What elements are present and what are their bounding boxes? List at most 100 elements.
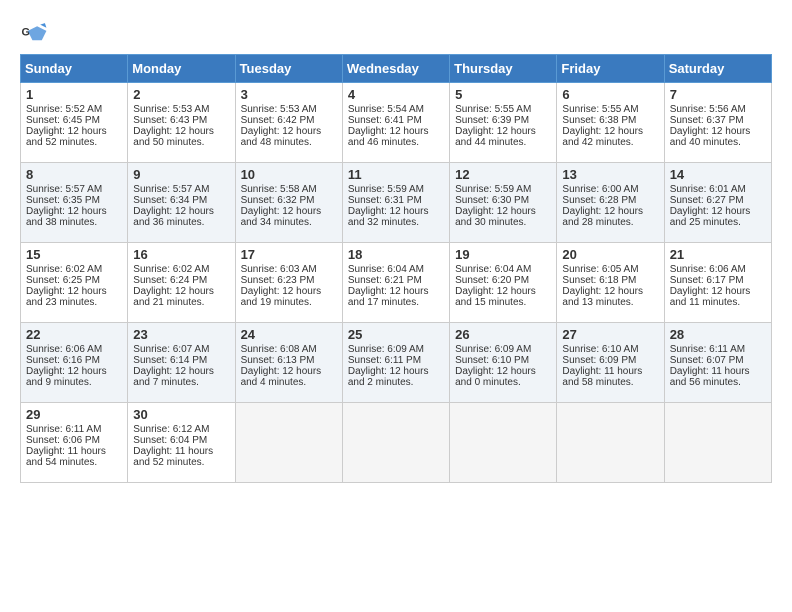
sunrise-text: Sunrise: 5:59 AM bbox=[455, 184, 531, 195]
daylight-text: Daylight: 12 hours and 25 minutes. bbox=[670, 206, 751, 228]
calendar-cell: 13Sunrise: 6:00 AMSunset: 6:28 PMDayligh… bbox=[557, 163, 664, 243]
daylight-text: Daylight: 12 hours and 38 minutes. bbox=[26, 206, 107, 228]
calendar-cell: 6Sunrise: 5:55 AMSunset: 6:38 PMDaylight… bbox=[557, 83, 664, 163]
sunset-text: Sunset: 6:23 PM bbox=[241, 275, 315, 286]
day-number: 17 bbox=[241, 247, 337, 262]
day-number: 12 bbox=[455, 167, 551, 182]
calendar-cell bbox=[235, 403, 342, 483]
calendar-cell: 8Sunrise: 5:57 AMSunset: 6:35 PMDaylight… bbox=[21, 163, 128, 243]
sunset-text: Sunset: 6:28 PM bbox=[562, 195, 636, 206]
calendar-cell: 1Sunrise: 5:52 AMSunset: 6:45 PMDaylight… bbox=[21, 83, 128, 163]
weekday-header-row: SundayMondayTuesdayWednesdayThursdayFrid… bbox=[21, 55, 772, 83]
weekday-header-wednesday: Wednesday bbox=[342, 55, 449, 83]
sunrise-text: Sunrise: 6:08 AM bbox=[241, 344, 317, 355]
sunset-text: Sunset: 6:06 PM bbox=[26, 435, 100, 446]
daylight-text: Daylight: 12 hours and 46 minutes. bbox=[348, 126, 429, 148]
sunset-text: Sunset: 6:11 PM bbox=[348, 355, 421, 366]
day-number: 7 bbox=[670, 87, 766, 102]
day-number: 4 bbox=[348, 87, 444, 102]
sunset-text: Sunset: 6:10 PM bbox=[455, 355, 529, 366]
day-number: 16 bbox=[133, 247, 229, 262]
day-number: 13 bbox=[562, 167, 658, 182]
sunset-text: Sunset: 6:24 PM bbox=[133, 275, 207, 286]
calendar-cell: 15Sunrise: 6:02 AMSunset: 6:25 PMDayligh… bbox=[21, 243, 128, 323]
sunrise-text: Sunrise: 6:03 AM bbox=[241, 264, 317, 275]
weekday-header-friday: Friday bbox=[557, 55, 664, 83]
weekday-header-sunday: Sunday bbox=[21, 55, 128, 83]
logo-icon: G bbox=[20, 20, 48, 48]
day-number: 11 bbox=[348, 167, 444, 182]
calendar-cell: 3Sunrise: 5:53 AMSunset: 6:42 PMDaylight… bbox=[235, 83, 342, 163]
weekday-header-thursday: Thursday bbox=[450, 55, 557, 83]
day-number: 28 bbox=[670, 327, 766, 342]
daylight-text: Daylight: 12 hours and 32 minutes. bbox=[348, 206, 429, 228]
sunrise-text: Sunrise: 5:59 AM bbox=[348, 184, 424, 195]
sunrise-text: Sunrise: 6:02 AM bbox=[26, 264, 102, 275]
sunset-text: Sunset: 6:21 PM bbox=[348, 275, 422, 286]
day-number: 22 bbox=[26, 327, 122, 342]
calendar-week-row: 22Sunrise: 6:06 AMSunset: 6:16 PMDayligh… bbox=[21, 323, 772, 403]
day-number: 26 bbox=[455, 327, 551, 342]
calendar-cell: 23Sunrise: 6:07 AMSunset: 6:14 PMDayligh… bbox=[128, 323, 235, 403]
calendar-week-row: 15Sunrise: 6:02 AMSunset: 6:25 PMDayligh… bbox=[21, 243, 772, 323]
sunrise-text: Sunrise: 5:58 AM bbox=[241, 184, 317, 195]
sunrise-text: Sunrise: 6:07 AM bbox=[133, 344, 209, 355]
sunrise-text: Sunrise: 6:06 AM bbox=[26, 344, 102, 355]
calendar-week-row: 8Sunrise: 5:57 AMSunset: 6:35 PMDaylight… bbox=[21, 163, 772, 243]
calendar-table: SundayMondayTuesdayWednesdayThursdayFrid… bbox=[20, 54, 772, 483]
sunset-text: Sunset: 6:13 PM bbox=[241, 355, 315, 366]
day-number: 2 bbox=[133, 87, 229, 102]
day-number: 1 bbox=[26, 87, 122, 102]
sunrise-text: Sunrise: 6:04 AM bbox=[455, 264, 531, 275]
calendar-cell: 12Sunrise: 5:59 AMSunset: 6:30 PMDayligh… bbox=[450, 163, 557, 243]
day-number: 14 bbox=[670, 167, 766, 182]
sunset-text: Sunset: 6:16 PM bbox=[26, 355, 100, 366]
calendar-week-row: 1Sunrise: 5:52 AMSunset: 6:45 PMDaylight… bbox=[21, 83, 772, 163]
daylight-text: Daylight: 12 hours and 13 minutes. bbox=[562, 286, 643, 308]
calendar-cell: 26Sunrise: 6:09 AMSunset: 6:10 PMDayligh… bbox=[450, 323, 557, 403]
day-number: 24 bbox=[241, 327, 337, 342]
sunset-text: Sunset: 6:25 PM bbox=[26, 275, 100, 286]
sunrise-text: Sunrise: 5:55 AM bbox=[455, 104, 531, 115]
sunrise-text: Sunrise: 6:04 AM bbox=[348, 264, 424, 275]
daylight-text: Daylight: 12 hours and 21 minutes. bbox=[133, 286, 214, 308]
day-number: 18 bbox=[348, 247, 444, 262]
sunrise-text: Sunrise: 5:52 AM bbox=[26, 104, 102, 115]
daylight-text: Daylight: 12 hours and 0 minutes. bbox=[455, 366, 536, 388]
calendar-cell: 28Sunrise: 6:11 AMSunset: 6:07 PMDayligh… bbox=[664, 323, 771, 403]
sunrise-text: Sunrise: 5:57 AM bbox=[133, 184, 209, 195]
daylight-text: Daylight: 12 hours and 7 minutes. bbox=[133, 366, 214, 388]
day-number: 30 bbox=[133, 407, 229, 422]
sunrise-text: Sunrise: 5:54 AM bbox=[348, 104, 424, 115]
sunset-text: Sunset: 6:27 PM bbox=[670, 195, 744, 206]
sunset-text: Sunset: 6:38 PM bbox=[562, 115, 636, 126]
sunset-text: Sunset: 6:34 PM bbox=[133, 195, 207, 206]
day-number: 19 bbox=[455, 247, 551, 262]
day-number: 3 bbox=[241, 87, 337, 102]
calendar-cell: 30Sunrise: 6:12 AMSunset: 6:04 PMDayligh… bbox=[128, 403, 235, 483]
day-number: 25 bbox=[348, 327, 444, 342]
calendar-cell: 16 Sunrise: 6:02 AMSunset: 6:24 PMDayligh… bbox=[128, 243, 235, 323]
daylight-text: Daylight: 12 hours and 23 minutes. bbox=[26, 286, 107, 308]
sunset-text: Sunset: 6:32 PM bbox=[241, 195, 315, 206]
daylight-text: Daylight: 12 hours and 9 minutes. bbox=[26, 366, 107, 388]
calendar-cell: 24Sunrise: 6:08 AMSunset: 6:13 PMDayligh… bbox=[235, 323, 342, 403]
day-number: 21 bbox=[670, 247, 766, 262]
sunset-text: Sunset: 6:31 PM bbox=[348, 195, 422, 206]
sunset-text: Sunset: 6:37 PM bbox=[670, 115, 744, 126]
sunrise-text: Sunrise: 6:00 AM bbox=[562, 184, 638, 195]
daylight-text: Daylight: 12 hours and 2 minutes. bbox=[348, 366, 429, 388]
sunset-text: Sunset: 6:04 PM bbox=[133, 435, 207, 446]
day-number: 10 bbox=[241, 167, 337, 182]
daylight-text: Daylight: 11 hours and 52 minutes. bbox=[133, 446, 213, 468]
sunset-text: Sunset: 6:20 PM bbox=[455, 275, 529, 286]
daylight-text: Daylight: 12 hours and 34 minutes. bbox=[241, 206, 322, 228]
day-number: 6 bbox=[562, 87, 658, 102]
calendar-cell: 10 Sunrise: 5:58 AMSunset: 6:32 PMDayligh… bbox=[235, 163, 342, 243]
day-number: 29 bbox=[26, 407, 122, 422]
calendar-cell: 2Sunrise: 5:53 AMSunset: 6:43 PMDaylight… bbox=[128, 83, 235, 163]
sunset-text: Sunset: 6:18 PM bbox=[562, 275, 636, 286]
sunrise-text: Sunrise: 6:02 AM bbox=[133, 264, 209, 275]
daylight-text: Daylight: 12 hours and 15 minutes. bbox=[455, 286, 536, 308]
sunset-text: Sunset: 6:41 PM bbox=[348, 115, 422, 126]
